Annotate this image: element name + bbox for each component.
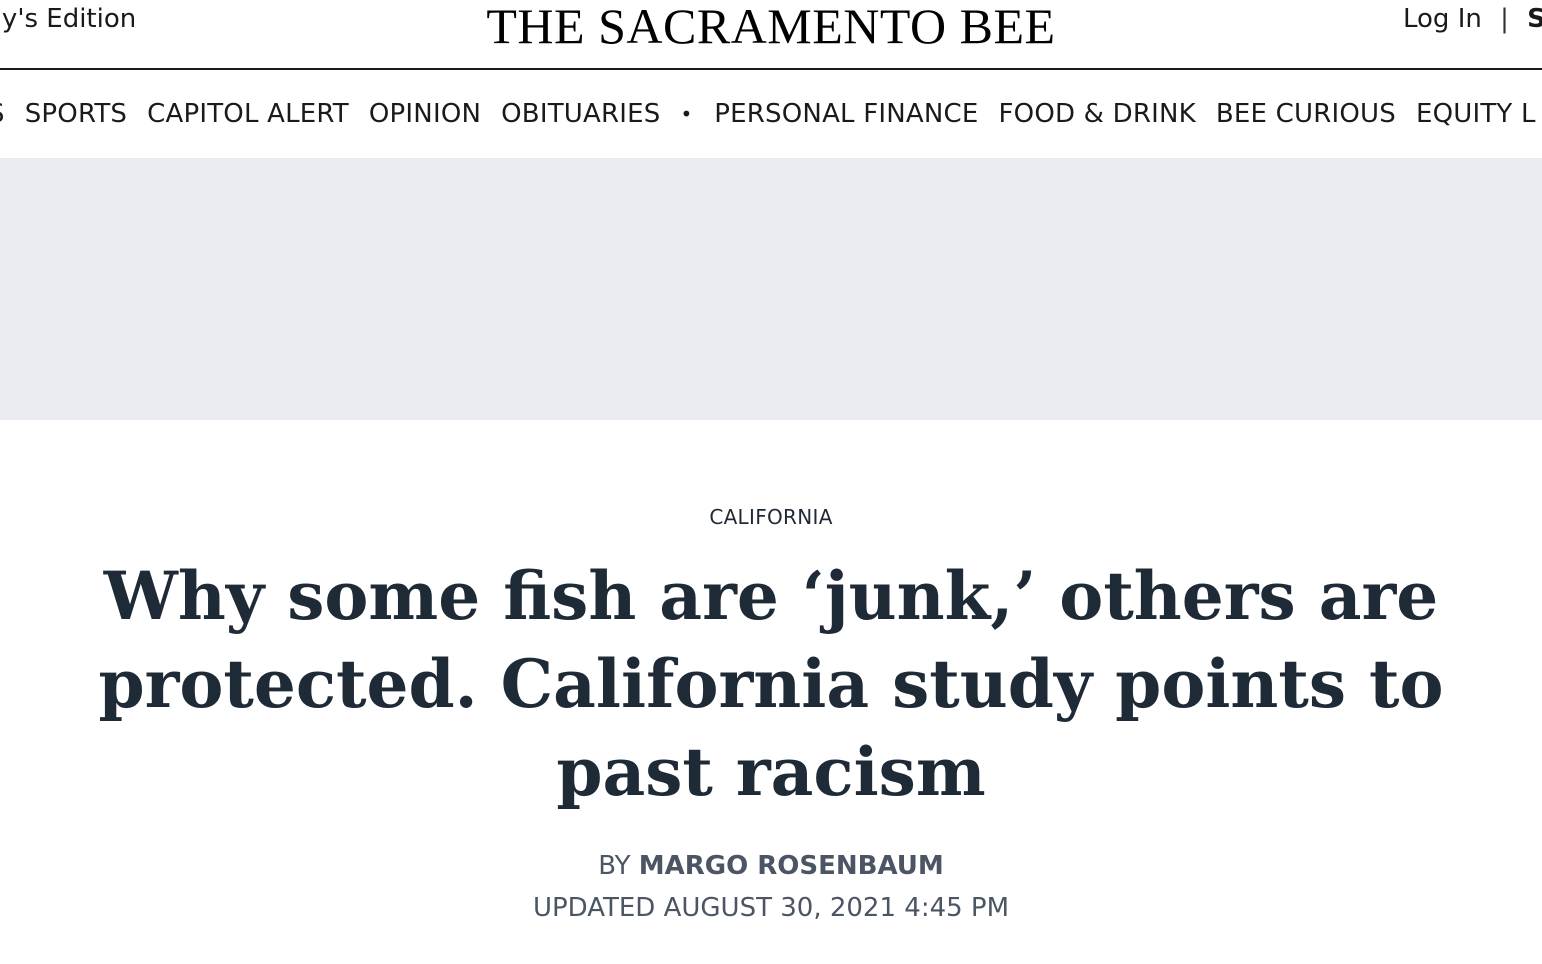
subscribe-link[interactable]: Su	[1527, 4, 1542, 34]
nav-item-bee-curious[interactable]: BEE CURIOUS	[1216, 99, 1396, 129]
byline-prefix: BY	[598, 851, 631, 881]
author-name[interactable]: MARGO ROSENBAUM	[639, 851, 944, 881]
section-nav-list: S SPORTS CAPITOL ALERT OPINION OBITUARIE…	[0, 99, 1542, 129]
nav-item-partial-left[interactable]: S	[0, 99, 5, 129]
section-nav: S SPORTS CAPITOL ALERT OPINION OBITUARIE…	[0, 70, 1542, 158]
auth-separator: |	[1500, 4, 1509, 34]
nav-divider-dot: •	[680, 102, 693, 126]
site-header: ay's Edition THE SACRAMENTO BEE Log In |…	[0, 0, 1542, 70]
article-header: CALIFORNIA Why some fish are ‘junk,’ oth…	[0, 502, 1542, 930]
byline: BY MARGO ROSENBAUM	[0, 846, 1542, 886]
site-logo[interactable]: THE SACRAMENTO BEE	[0, 0, 1542, 54]
ad-placeholder	[0, 158, 1542, 420]
article-headline: Why some fish are ‘junk,’ others are pro…	[98, 557, 1444, 811]
nav-item-food-drink[interactable]: FOOD & DRINK	[999, 99, 1196, 129]
updated-timestamp: UPDATED AUGUST 30, 2021 4:45 PM	[532, 893, 1010, 923]
login-link[interactable]: Log In	[1403, 4, 1482, 34]
nav-item-personal-finance[interactable]: PERSONAL FINANCE	[714, 99, 978, 129]
nav-item-opinion[interactable]: OPINION	[369, 99, 481, 129]
nav-item-obituaries[interactable]: OBITUARIES	[501, 99, 660, 129]
nav-item-sports[interactable]: SPORTS	[25, 99, 127, 129]
nav-item-equity[interactable]: EQUITY L	[1416, 99, 1536, 129]
section-label[interactable]: CALIFORNIA	[0, 502, 1542, 532]
auth-links: Log In | Su	[1403, 4, 1542, 34]
nav-item-capitol-alert[interactable]: CAPITOL ALERT	[147, 99, 349, 129]
